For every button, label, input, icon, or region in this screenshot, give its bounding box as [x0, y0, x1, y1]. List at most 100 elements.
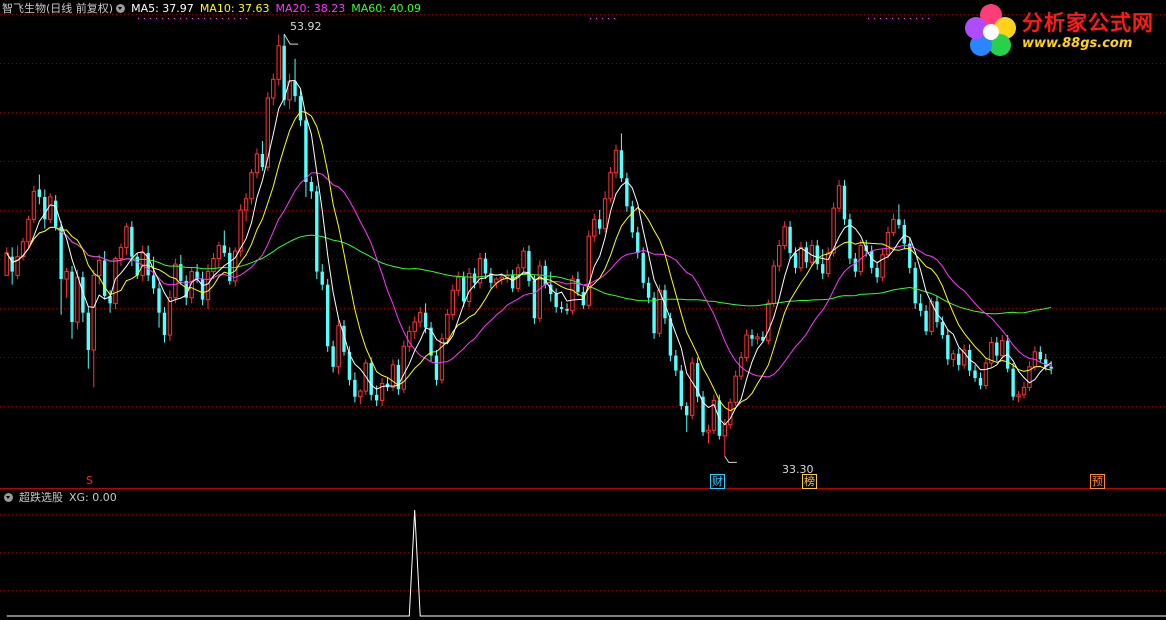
candle[interactable]	[417, 307, 423, 328]
candle[interactable]	[853, 252, 858, 278]
candle[interactable]	[146, 245, 150, 281]
candle[interactable]	[689, 357, 695, 420]
candle[interactable]	[15, 245, 20, 280]
candle[interactable]	[636, 226, 640, 259]
candle[interactable]	[652, 292, 656, 339]
candle[interactable]	[674, 350, 678, 377]
finance-marker[interactable]: 财	[710, 474, 725, 489]
candle[interactable]	[184, 275, 188, 306]
candle[interactable]	[559, 301, 564, 313]
candle[interactable]	[891, 213, 896, 237]
candle[interactable]	[602, 191, 608, 233]
candle[interactable]	[353, 372, 357, 403]
candle[interactable]	[711, 394, 717, 434]
candle[interactable]	[271, 73, 276, 106]
candle[interactable]	[64, 267, 69, 298]
candle[interactable]	[995, 336, 999, 362]
candle[interactable]	[521, 247, 526, 272]
candle[interactable]	[821, 249, 825, 280]
candle[interactable]	[243, 193, 249, 222]
candle[interactable]	[287, 73, 292, 110]
ranking-marker[interactable]: 榜	[802, 474, 817, 489]
candle[interactable]	[750, 329, 754, 347]
candle[interactable]	[320, 264, 324, 291]
candle[interactable]	[848, 213, 852, 265]
candle[interactable]	[897, 204, 901, 229]
candle[interactable]	[439, 333, 445, 384]
candle[interactable]	[989, 336, 994, 367]
candle[interactable]	[358, 389, 363, 405]
candle[interactable]	[456, 271, 461, 296]
candle[interactable]	[1038, 346, 1043, 364]
candle[interactable]	[140, 245, 145, 281]
candle[interactable]	[918, 294, 923, 317]
candle[interactable]	[983, 357, 989, 390]
indicator-chart[interactable]	[0, 490, 1166, 620]
candle[interactable]	[825, 247, 831, 278]
candle[interactable]	[477, 252, 483, 289]
candle[interactable]	[304, 114, 308, 197]
candle[interactable]	[26, 215, 31, 248]
candle[interactable]	[641, 247, 645, 289]
signal-marker-s[interactable]: S	[85, 474, 94, 487]
candle[interactable]	[118, 243, 124, 266]
candle[interactable]	[1000, 335, 1005, 360]
candle[interactable]	[379, 378, 385, 406]
candle[interactable]	[124, 223, 129, 255]
candle[interactable]	[973, 364, 977, 382]
candle[interactable]	[407, 325, 412, 352]
candle[interactable]	[91, 269, 96, 388]
candle[interactable]	[401, 340, 407, 393]
candle[interactable]	[957, 348, 961, 371]
candle[interactable]	[804, 241, 809, 268]
candle[interactable]	[842, 180, 847, 225]
candle[interactable]	[369, 357, 373, 401]
candle[interactable]	[336, 320, 341, 375]
candle[interactable]	[913, 262, 917, 309]
candle[interactable]	[315, 185, 319, 280]
candle[interactable]	[86, 307, 91, 369]
candle[interactable]	[706, 424, 711, 444]
candle[interactable]	[695, 357, 700, 403]
candle[interactable]	[537, 260, 543, 322]
candle[interactable]	[565, 303, 569, 315]
candle[interactable]	[216, 241, 222, 268]
candle[interactable]	[554, 288, 558, 313]
candle[interactable]	[592, 213, 597, 242]
candle[interactable]	[630, 200, 635, 238]
candle[interactable]	[744, 329, 749, 362]
dropdown-circle-icon[interactable]	[116, 4, 126, 13]
candle[interactable]	[48, 193, 53, 224]
candle[interactable]	[532, 275, 537, 324]
dropdown-circle-icon[interactable]	[4, 493, 13, 502]
candle[interactable]	[608, 167, 613, 203]
candle[interactable]	[924, 305, 928, 336]
candle[interactable]	[733, 370, 738, 406]
candle[interactable]	[1027, 361, 1032, 392]
main-kline-chart[interactable]	[0, 0, 1166, 489]
candle[interactable]	[151, 256, 156, 294]
candle[interactable]	[701, 391, 705, 436]
candle[interactable]	[581, 286, 586, 309]
candle[interactable]	[396, 359, 401, 395]
candle[interactable]	[31, 185, 37, 224]
forecast-marker[interactable]: 预	[1090, 474, 1105, 489]
candle[interactable]	[978, 372, 983, 390]
candle[interactable]	[961, 344, 967, 369]
candle[interactable]	[597, 210, 602, 235]
candle[interactable]	[489, 267, 493, 289]
candle[interactable]	[325, 279, 330, 352]
candle[interactable]	[157, 282, 161, 328]
candle[interactable]	[728, 398, 733, 429]
candle[interactable]	[4, 247, 9, 276]
candle[interactable]	[228, 247, 232, 285]
candle[interactable]	[43, 189, 47, 229]
candle[interactable]	[10, 247, 14, 285]
candle[interactable]	[646, 277, 651, 304]
candle[interactable]	[951, 350, 956, 367]
candle[interactable]	[205, 264, 211, 309]
candle[interactable]	[450, 284, 456, 321]
candle[interactable]	[70, 266, 74, 339]
candle[interactable]	[1021, 381, 1027, 399]
candle[interactable]	[685, 402, 689, 433]
